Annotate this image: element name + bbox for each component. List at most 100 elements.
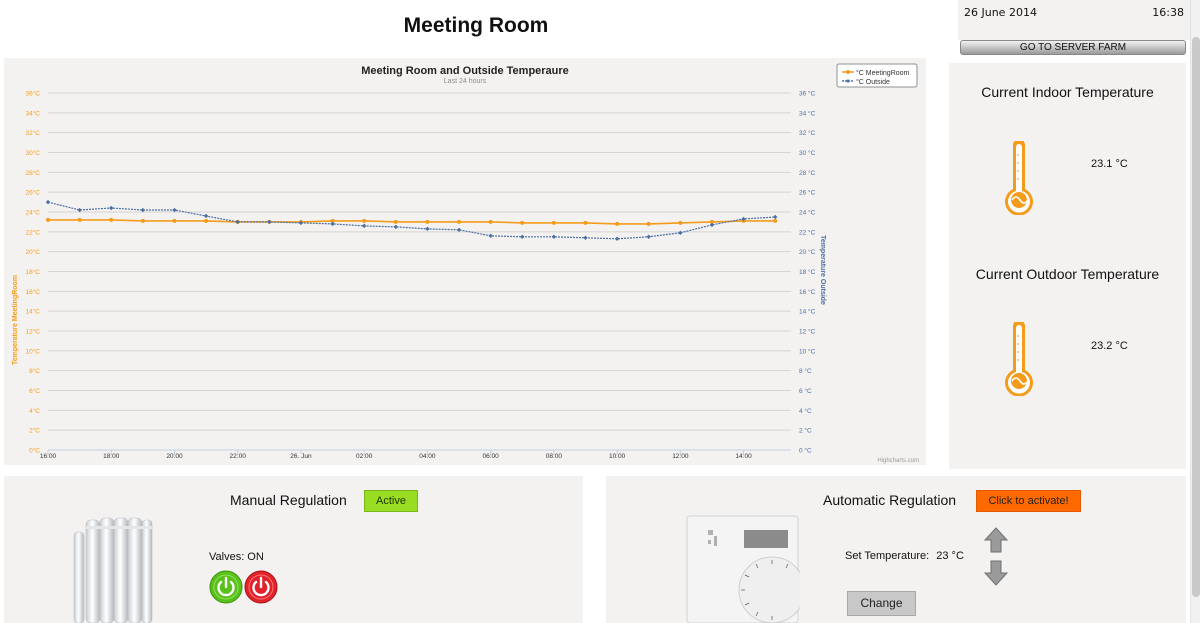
activate-automatic-button[interactable]: Click to activate! [976,490,1081,512]
y-tick-label-left: 24°C [25,209,40,217]
indoor-temperature-value: 23.1 °C [1091,158,1128,170]
data-point-outside [709,222,715,228]
y-tick-label-right: 26 °C [799,189,816,197]
y-tick-label-left: 26°C [25,189,40,197]
y-tick-label-right: 16 °C [799,288,816,296]
y-tick-label-right: 18 °C [799,268,816,276]
data-point-outside [393,224,398,230]
data-point-meeting-room [393,219,398,224]
automatic-regulation-panel: Automatic Regulation Click to activate! … [606,476,1186,623]
data-point-outside [488,233,493,238]
data-point-outside [330,221,335,227]
current-temperature-panel: Current Indoor Temperature 23.1 °C Curre… [949,63,1186,469]
data-point-meeting-room [488,219,493,224]
series-line-meeting-room [48,219,776,225]
increase-temperature-icon[interactable] [984,527,1008,553]
y-tick-label-right: 20 °C [799,248,816,256]
data-point-meeting-room [109,217,114,222]
y-axis-left: 0°C 2°C 4°C 6°C 8°C 10°C 12°C 14°C 16°C 18°C 20°C 2… [25,90,40,455]
scrollbar-thumb[interactable] [1192,37,1200,597]
data-point-meeting-room [520,220,525,225]
chart-subtitle: Last 24 hours [444,78,487,85]
clock-box: 26 June 2014 16:38 [958,0,1190,40]
set-temperature-label: Set Temperature: [845,550,930,562]
data-point-meeting-room [140,218,145,223]
indoor-temperature-title: Current Indoor Temperature [981,84,1154,100]
data-point-outside [109,205,114,211]
thermostat-image [686,515,800,623]
data-point-meeting-room [362,218,367,223]
data-point-outside [45,199,51,205]
set-temperature: Set Temperature: 23 °C [845,550,964,562]
data-point-outside [235,219,240,225]
data-point-outside [203,213,209,219]
y-tick-label-right: 6 °C [799,387,812,395]
legend-marker-meeting-room [846,70,850,74]
thermometer-icon [1005,322,1033,396]
data-point-outside [583,235,588,240]
current-date: 26 June 2014 [964,6,1037,19]
y-tick-label-right: 2 °C [799,427,812,435]
legend-label-outside[interactable]: °C Outside [856,78,890,86]
set-temperature-value: 23 °C [936,550,964,562]
x-tick-label: 18:00 [103,453,120,460]
y-tick-label-left: 22°C [25,228,40,236]
dashboard-root: Meeting Room 26 June 2014 16:38 GO TO SE… [0,0,1200,623]
manual-regulation-title: Manual Regulation [230,492,347,508]
chart-series [45,199,778,241]
power-on-icon[interactable] [209,570,243,604]
x-tick-label: 08:00 [546,453,563,460]
y-tick-label-left: 32°C [25,129,40,137]
thermometer-icon [1005,141,1033,215]
go-to-server-farm-button[interactable]: GO TO SERVER FARM [960,40,1186,55]
y-tick-label-right: 22 °C [799,228,816,236]
data-point-meeting-room [583,220,588,225]
y-axis-right-title: Temperature Outside [819,235,826,305]
data-point-outside [772,214,778,220]
data-point-meeting-room [77,217,82,222]
y-tick-label-left: 34°C [25,109,40,117]
data-point-outside [361,223,367,229]
x-tick-label: 10:00 [609,453,626,460]
data-point-outside [551,234,557,239]
data-point-outside [614,236,620,241]
x-tick-label: 04:00 [419,453,436,460]
page-title: Meeting Room [403,14,549,37]
x-tick-label: 12:00 [672,453,689,460]
y-tick-label-left: 8°C [29,367,40,375]
x-tick-label: 16:00 [40,453,57,460]
chart-credits[interactable]: Highcharts.com [877,458,919,464]
change-temperature-button[interactable]: Change [847,591,916,616]
y-tick-label-left: 30°C [25,149,40,157]
outdoor-temperature-value: 23.2 °C [1091,340,1128,352]
x-tick-label: 06:00 [482,453,499,460]
y-axis-right: 0 °C 2 °C 4 °C 6 °C 8 °C 10 °C 12 °C 14 °C 16 °C… [799,90,816,455]
y-tick-label-left: 14°C [25,308,40,316]
decrease-temperature-icon[interactable] [984,560,1008,586]
y-tick-label-left: 12°C [25,328,40,336]
data-point-meeting-room [678,220,683,225]
page-scrollbar[interactable] [1190,0,1200,623]
y-tick-label-right: 30 °C [799,149,816,157]
y-tick-label-right: 8 °C [799,367,812,375]
data-point-outside [678,230,683,236]
y-tick-label-left: 36°C [25,90,40,98]
y-tick-label-right: 24 °C [799,209,816,217]
y-tick-label-left: 10°C [25,347,40,355]
automatic-regulation-title: Automatic Regulation [823,492,957,508]
chart-grid [48,92,791,451]
power-off-icon[interactable] [244,570,278,604]
data-point-meeting-room [773,218,778,223]
manual-active-button[interactable]: Active [364,490,418,512]
current-time: 16:38 [1152,6,1184,19]
x-tick-label: 02:00 [356,453,373,460]
temperature-chart: Meeting Room and Outside Temperaure Last… [12,63,919,464]
x-axis: 16:00 18:00 20:00 22:00 26. Jun 02:00 04:00 06:… [40,449,791,460]
y-tick-label-left: 6°C [29,387,40,395]
y-tick-label-right: 32 °C [799,129,816,137]
data-point-meeting-room [204,218,209,223]
legend-label-meeting-room[interactable]: °C MeetingRoom [856,69,910,77]
y-tick-label-left: 18°C [25,268,40,276]
chart-legend: °C MeetingRoom °C Outside [836,63,918,88]
y-tick-label-right: 34 °C [799,109,816,117]
